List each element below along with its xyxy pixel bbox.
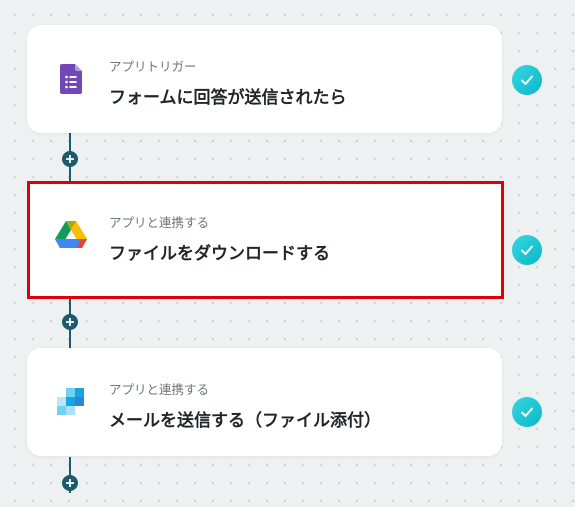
step-title: フォームに回答が送信されたら bbox=[109, 88, 347, 108]
step-title: メールを送信する（ファイル添付） bbox=[109, 411, 381, 431]
step-card-trigger[interactable]: アプリトリガー フォームに回答が送信されたら bbox=[27, 25, 502, 133]
google-drive-icon bbox=[55, 219, 87, 251]
status-complete-badge bbox=[512, 65, 542, 95]
google-forms-icon bbox=[55, 63, 87, 95]
plus-icon bbox=[66, 479, 74, 487]
step-title: ファイルをダウンロードする bbox=[109, 244, 330, 264]
step-subtitle: アプリトリガー bbox=[109, 59, 197, 74]
add-step-button[interactable] bbox=[62, 475, 78, 491]
plus-icon bbox=[66, 155, 74, 163]
plus-icon bbox=[66, 318, 74, 326]
step-subtitle: アプリと連携する bbox=[109, 382, 210, 397]
checkmark-icon bbox=[521, 75, 533, 85]
mail-app-icon bbox=[55, 386, 87, 418]
add-step-button[interactable] bbox=[62, 151, 78, 167]
step-card-download[interactable]: アプリと連携する ファイルをダウンロードする bbox=[27, 181, 504, 299]
checkmark-icon bbox=[521, 407, 533, 417]
status-complete-badge bbox=[512, 397, 542, 427]
checkmark-icon bbox=[521, 245, 533, 255]
step-subtitle: アプリと連携する bbox=[109, 215, 210, 230]
step-card-send-mail[interactable]: アプリと連携する メールを送信する（ファイル添付） bbox=[27, 348, 502, 456]
add-step-button[interactable] bbox=[62, 314, 78, 330]
status-complete-badge bbox=[512, 235, 542, 265]
